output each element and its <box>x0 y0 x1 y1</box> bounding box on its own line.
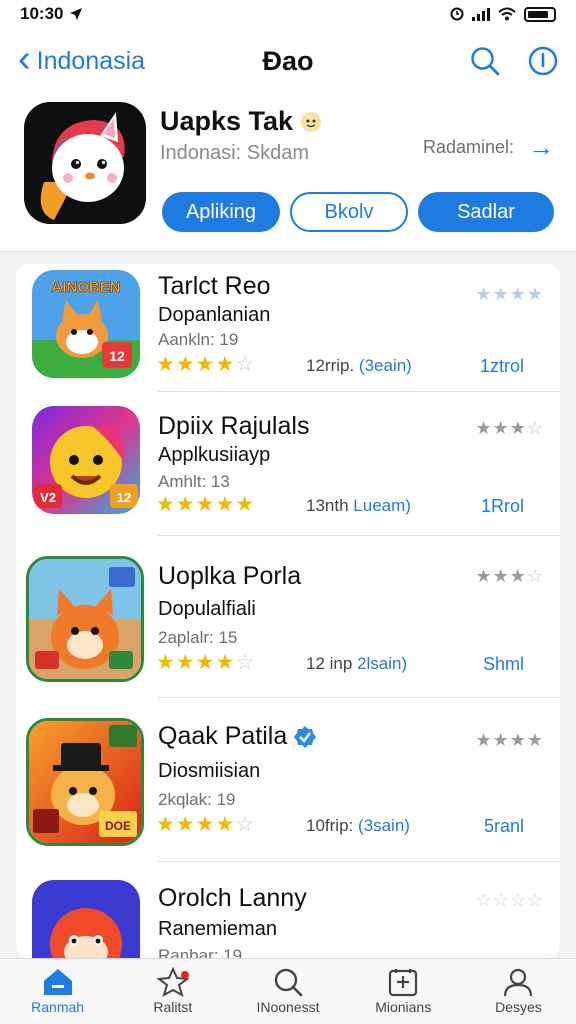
featured-app-title-text: Uapks Tak <box>160 106 294 136</box>
app-list: AINOBEN 12 Tarlct Reo Dopanlanian Aankln… <box>16 264 560 958</box>
list-item[interactable]: DOE Qaak Patila Diosmiisian 2kqlak: 19 ★… <box>16 698 560 862</box>
icon-badge-text: 12 <box>109 348 125 364</box>
apliking-button[interactable]: Apliking <box>162 192 280 232</box>
alarm-icon <box>450 7 464 21</box>
tab-label: INoonesst <box>256 999 320 1015</box>
tab-home[interactable]: Ranmah <box>0 959 115 1024</box>
search-icon <box>274 968 303 997</box>
app-title-text: Qaak Patila <box>158 722 288 750</box>
back-label: Indonasia <box>36 46 146 75</box>
app-icon[interactable] <box>32 880 140 958</box>
status-bar: 10:30 <box>0 0 576 28</box>
rating-stars: ★★★★☆ <box>156 353 256 376</box>
app-icon[interactable]: DOE <box>26 718 144 846</box>
side-rating-stars: ★★★☆ <box>475 566 544 586</box>
side-rating-stars: ★★★★ <box>475 284 544 304</box>
side-rating-stars: ★★★☆ <box>475 418 544 438</box>
get-button[interactable]: Shml <box>483 654 524 675</box>
verified-badge-icon <box>294 725 317 748</box>
rating-stars: ★★★★☆ <box>156 813 256 836</box>
app-subtitle: Dopanlanian <box>158 304 271 326</box>
app-size: 10frip: (3sain) <box>306 816 410 836</box>
app-title: Orolch Lanny <box>158 884 307 912</box>
rating-stars: ★★★★☆ <box>156 651 256 674</box>
navigation-bar: ‹ Indonasia Đao <box>0 28 576 94</box>
arrow-right-icon: → <box>528 132 554 162</box>
app-title: Dpiix Rajulals <box>158 412 310 440</box>
tab-profile[interactable]: Desyes <box>461 959 576 1024</box>
status-time: 10:30 <box>20 4 64 23</box>
get-button[interactable]: 1Rrol <box>481 496 524 517</box>
app-subtitle: Ranemieman <box>158 918 277 940</box>
rating-stars: ★★★★★ <box>156 493 256 516</box>
list-item[interactable]: V2 12 Dpiix Rajulals Applkusiiayp Amhlt:… <box>16 392 560 536</box>
size-prefix: 12 inp <box>306 654 353 673</box>
size-prefix: 12rrip. <box>306 356 355 375</box>
app-size: 13nth Lueam) <box>306 496 411 516</box>
size-prefix: 13nth <box>306 496 349 515</box>
wifi-icon <box>498 7 516 21</box>
get-button[interactable]: 5ranl <box>484 816 524 837</box>
sadlar-button[interactable]: Sadlar <box>418 192 554 232</box>
app-icon[interactable] <box>26 556 144 682</box>
featured-app-icon[interactable] <box>24 102 146 224</box>
bkolv-button[interactable]: Bkolv <box>290 192 408 232</box>
app-title: Qaak Patila <box>158 722 317 751</box>
app-title: Uoplka Porla <box>158 562 302 590</box>
recommended-link-label: Radaminel: <box>422 137 514 157</box>
app-meta: 2aplalr: 15 <box>158 628 238 647</box>
search-icon[interactable] <box>470 46 500 76</box>
side-rating-stars: ★★★★ <box>475 730 544 750</box>
app-meta: Aankln: 19 <box>158 330 239 349</box>
size-link[interactable]: Lueam) <box>353 496 411 515</box>
featured-app-title: Uapks Tak <box>160 106 323 137</box>
tab-label: Ralitst <box>153 999 193 1015</box>
app-subtitle: Applkusiiayp <box>158 444 271 466</box>
app-meta: Amhlt: 13 <box>158 472 230 491</box>
list-item[interactable]: Orolch Lanny Ranemieman Ranbar: 19 ☆☆☆☆ <box>16 862 560 958</box>
app-size: 12 inp 2lsain) <box>306 654 407 674</box>
app-size: 12rrip. (3eain) <box>306 356 412 376</box>
app-subtitle: Dopulalfiali <box>158 598 256 620</box>
app-icon[interactable]: V2 12 <box>32 406 140 514</box>
house-icon <box>43 969 72 995</box>
tab-mionians[interactable]: Mionians <box>346 959 461 1024</box>
info-icon[interactable] <box>528 46 558 76</box>
icon-text: AINOBEN <box>51 279 120 296</box>
icon-badge-text: DOE <box>105 819 131 833</box>
list-item[interactable]: AINOBEN 12 Tarlct Reo Dopanlanian Aankln… <box>16 264 560 392</box>
app-meta: 2kqlak: 19 <box>158 790 236 809</box>
tab-label: Desyes <box>495 999 542 1015</box>
tab-ralitst[interactable]: Ralitst <box>115 959 230 1024</box>
app-subtitle: Diosmiisian <box>158 760 261 782</box>
side-rating-stars: ☆☆☆☆ <box>475 890 544 910</box>
chevron-left-icon: ‹ <box>18 38 31 80</box>
app-title: Tarlct Reo <box>158 272 271 300</box>
icon-badge-text: 12 <box>117 490 131 505</box>
featured-app-header: Uapks Tak Indonasi: Skdam Radaminel: → A… <box>0 94 576 252</box>
list-item[interactable]: Uoplka Porla Dopulalfiali 2aplalr: 15 ★★… <box>16 536 560 698</box>
tab-bar: Ranmah Ralitst INoonesst Mionians Desyes <box>0 958 576 1024</box>
tab-label: Mionians <box>375 999 432 1015</box>
cellular-signal-icon <box>472 7 490 21</box>
size-link[interactable]: (3eain) <box>359 356 412 375</box>
person-icon <box>504 968 533 997</box>
size-prefix: 10frip: <box>306 816 354 835</box>
size-link[interactable]: 2lsain) <box>357 654 407 673</box>
tab-search[interactable]: INoonesst <box>230 959 345 1024</box>
recommended-link[interactable]: Radaminel: → <box>423 132 554 163</box>
plus-box-icon <box>389 969 418 997</box>
emoji-badge-icon <box>301 111 322 132</box>
location-arrow-icon <box>70 8 83 20</box>
app-icon[interactable]: AINOBEN 12 <box>32 270 140 378</box>
get-button[interactable]: 1ztrol <box>480 356 524 377</box>
app-meta: Ranbar: 19 <box>158 946 243 958</box>
icon-badge-left-text: V2 <box>40 490 56 505</box>
featured-app-subtitle: Indonasi: Skdam <box>160 142 309 164</box>
size-link[interactable]: (3sain) <box>358 816 410 835</box>
back-button[interactable]: ‹ Indonasia <box>18 40 146 78</box>
tab-label: Ranmah <box>31 999 85 1015</box>
battery-icon <box>524 6 556 22</box>
